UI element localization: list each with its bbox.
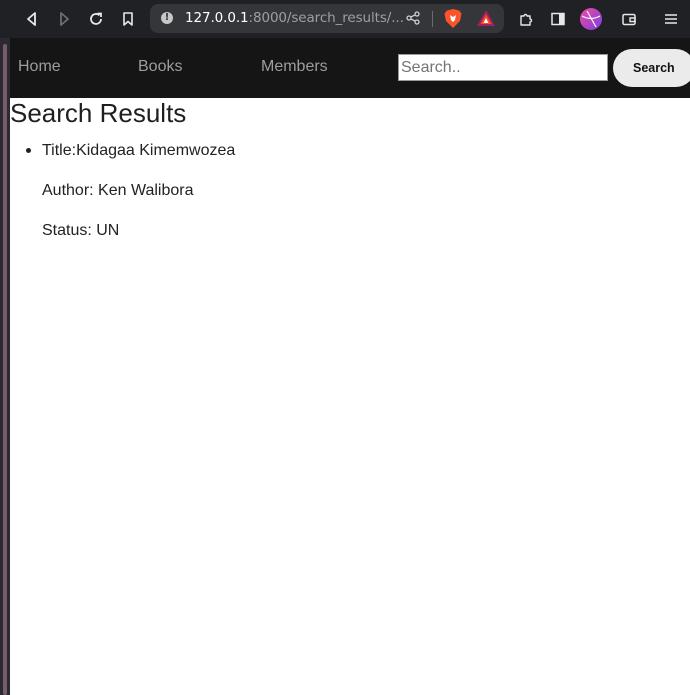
url-text[interactable]: 127.0.0.1:8000/search_results/...: [185, 10, 404, 26]
nav-home-link[interactable]: Home: [18, 58, 61, 76]
nav-members-link[interactable]: Members: [261, 58, 328, 76]
browser-toolbar: ! 127.0.0.1:8000/search_results/...: [0, 0, 690, 38]
site-info-icon[interactable]: !: [161, 12, 173, 24]
forward-icon[interactable]: [52, 7, 76, 31]
brave-shields-icon[interactable]: [443, 8, 463, 34]
share-icon[interactable]: [406, 11, 420, 30]
search-button[interactable]: Search: [613, 49, 690, 87]
extensions-icon[interactable]: [514, 7, 538, 31]
window-resize-handle[interactable]: [3, 44, 7, 695]
profile-avatar-icon[interactable]: [579, 7, 603, 31]
wallet-icon[interactable]: [617, 7, 641, 31]
page-content: Home Books Members Search Search Results…: [10, 38, 690, 695]
result-title: Title:Kidagaa Kimemwozea: [42, 142, 236, 159]
navbar: Home Books Members Search: [10, 38, 690, 98]
menu-icon[interactable]: [659, 7, 683, 31]
page-title: Search Results: [10, 98, 187, 128]
result-author: Author: Ken Walibora: [42, 182, 194, 199]
bookmark-icon[interactable]: [116, 7, 140, 31]
brave-rewards-icon[interactable]: [476, 9, 496, 32]
nav-books-link[interactable]: Books: [138, 58, 182, 76]
reload-icon[interactable]: [84, 7, 108, 31]
back-icon[interactable]: [20, 7, 44, 31]
search-results-list: Title:Kidagaa Kimemwozea Author: Ken Wal…: [10, 142, 235, 262]
address-divider: [432, 11, 433, 27]
sidebar-icon[interactable]: [546, 7, 570, 31]
address-bar[interactable]: ! 127.0.0.1:8000/search_results/...: [150, 4, 504, 33]
list-item: Title:Kidagaa Kimemwozea Author: Ken Wal…: [25, 142, 236, 240]
result-status: Status: UN: [42, 222, 120, 239]
search-input[interactable]: [398, 54, 608, 81]
